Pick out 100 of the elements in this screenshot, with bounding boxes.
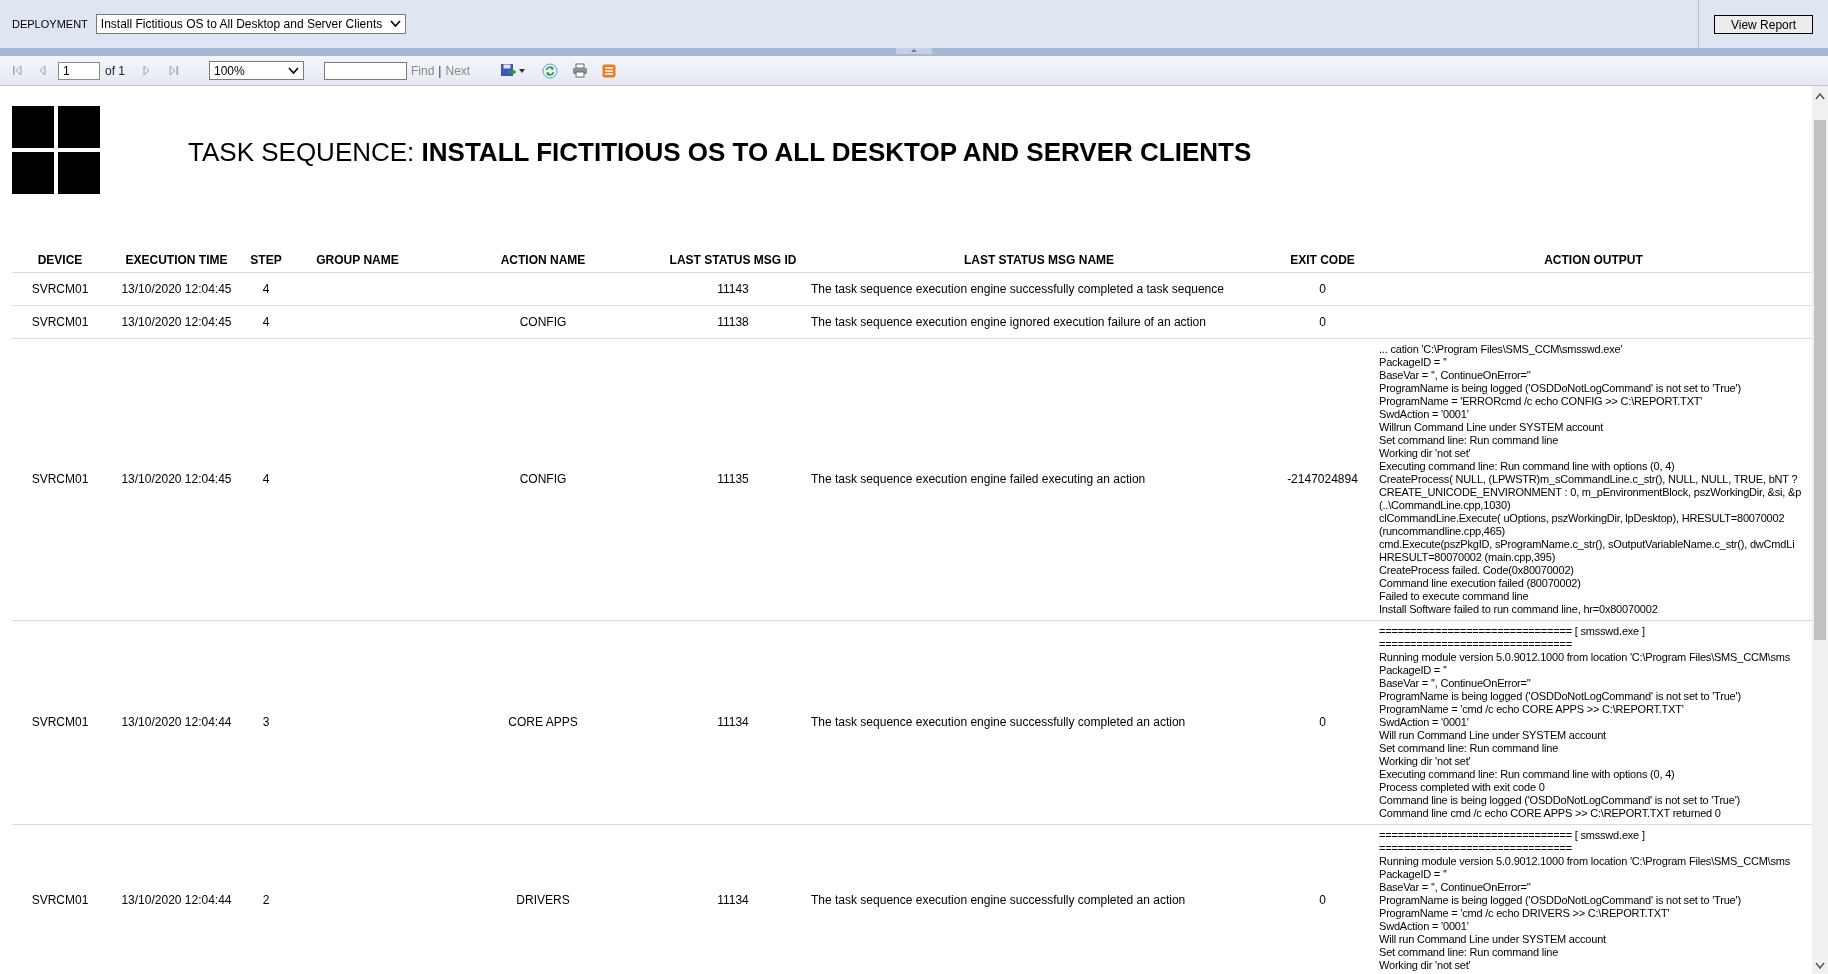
log-line: PackageID = '' xyxy=(1379,867,1447,880)
log-line: =============================== xyxy=(1379,841,1572,854)
log-line: =============================== [ smsswd.exe ] xyxy=(1379,828,1645,841)
column-header: EXECUTION TIME xyxy=(108,248,245,272)
log-line: Running module version 5.0.9012.1000 from location 'C:\Program Files\SMS_CCM\sms xyxy=(1379,854,1790,867)
log-line: CreateProcess( NULL, (LPWSTR)m_sCommandLine.c_str(), NULL, NULL, TRUE, bNT ? xyxy=(1379,472,1798,485)
dropdown-caret-icon[interactable] xyxy=(519,68,526,73)
log-line: Executing command line: Run command line with options (0, 4) xyxy=(1379,767,1675,780)
table-cell: 4 xyxy=(262,314,270,329)
log-line: Willrun Command Line under SYSTEM account xyxy=(1379,420,1604,433)
refresh-icon[interactable] xyxy=(542,62,559,79)
table-cell: The task sequence execution engine successfully completed an action xyxy=(811,893,1186,907)
log-line: (runcommandline.cpp,465) xyxy=(1379,524,1506,537)
table-cell: 0 xyxy=(1319,314,1326,329)
splitter-handle-icon[interactable] xyxy=(896,48,932,54)
log-line: CREATE_UNICODE_ENVIRONMENT : 0, m_pEnvironmentBlock, pszWorkingDir, &si, &p xyxy=(1379,485,1802,498)
table-cell: 11135 xyxy=(717,472,749,486)
page-number-field[interactable]: 1 xyxy=(58,61,100,80)
zoom-dropdown[interactable]: 100% xyxy=(209,61,304,80)
page-count: of 1 xyxy=(105,62,125,80)
table-cell: The task sequence execution engine successfully completed an action xyxy=(811,715,1186,729)
table-cell: 4 xyxy=(262,281,270,296)
table-cell: 11143 xyxy=(717,281,749,296)
log-line: BaseVar = '', ContinueOnError='' xyxy=(1379,676,1531,689)
column-header: LAST STATUS MSG ID xyxy=(658,248,808,272)
link-separator: | xyxy=(438,62,442,80)
table-cell: SVRCM01 xyxy=(31,472,89,486)
scroll-down-icon[interactable] xyxy=(1815,962,1825,970)
view-report-button[interactable]: View Report xyxy=(1713,14,1814,34)
table-cell: DRIVERS xyxy=(516,893,570,907)
scroll-up-icon[interactable] xyxy=(1815,92,1825,100)
table-cell: 0 xyxy=(1319,715,1326,729)
column-header: ACTION NAME xyxy=(428,248,658,272)
table-cell: CONFIG xyxy=(519,472,567,486)
report-title: TASK SEQUENCE: INSTALL FICTITIOUS OS TO ALL DESKTOP AND SERVER CLIENTS xyxy=(188,135,1252,169)
log-line: ProgramName = 'ERRORcmd /c echo CONFIG >> C:\REPORT.TXT' xyxy=(1379,394,1703,407)
log-line: Will run Command Line under SYSTEM account xyxy=(1379,728,1606,741)
log-line: clCommandLine.Execute( uOptions, pszWorkingDir, lpDesktop), HRESULT=80070002 xyxy=(1379,511,1785,524)
table-cell: -2147024894 xyxy=(1287,472,1358,486)
log-line: ... cation 'C:\Program Files\SMS_CCM\smsswd.exe' xyxy=(1379,342,1623,355)
log-line: (..\CommandLine.cpp,1030) xyxy=(1379,498,1511,511)
log-line: Working dir 'not set' xyxy=(1379,446,1471,459)
table-cell: 13/10/2020 12:04:44 xyxy=(121,715,232,729)
column-header: ACTION OUTPUT xyxy=(1375,248,1812,272)
log-line: BaseVar = '', ContinueOnError='' xyxy=(1379,880,1531,893)
log-line: Working dir 'not set' xyxy=(1379,754,1471,767)
save-icon[interactable] xyxy=(500,63,517,78)
log-line: ProgramName = 'cmd /c echo DRIVERS >> C:\REPORT.TXT' xyxy=(1379,906,1670,919)
log-line: CreateProcess failed. Code(0x80070002) xyxy=(1379,563,1574,576)
column-header: STEP xyxy=(245,248,287,272)
table-cell: 11134 xyxy=(717,715,749,729)
table-cell: SVRCM01 xyxy=(31,715,89,729)
column-header: GROUP NAME xyxy=(287,248,428,272)
log-line: HRESULT=80070002 (main.cpp,395) xyxy=(1379,550,1556,563)
log-line: PackageID = '' xyxy=(1379,663,1447,676)
parameter-label: DEPLOYMENT xyxy=(12,16,88,32)
log-line: Working dir 'not set' xyxy=(1379,958,1471,971)
log-line: Set command line: Run command line xyxy=(1379,945,1559,958)
log-line: Running module version 5.0.9012.1000 from location 'C:\Program Files\SMS_CCM\sms xyxy=(1379,650,1790,663)
table-cell: 4 xyxy=(262,472,270,486)
log-line: SwdAction = '0001' xyxy=(1379,715,1469,728)
table-cell: 11138 xyxy=(717,314,749,329)
log-line: Command line execution failed (80070002) xyxy=(1379,576,1581,589)
table-cell: 13/10/2020 12:04:45 xyxy=(121,472,232,486)
table-cell: SVRCM01 xyxy=(31,893,89,907)
scrollbar[interactable] xyxy=(1812,86,1828,974)
table-cell: 13/10/2020 12:04:45 xyxy=(121,314,232,329)
dropdown-caret-icon xyxy=(288,66,299,75)
log-line: ProgramName is being logged ('OSDDoNotLogCommand' is not set to 'True') xyxy=(1379,893,1741,906)
table-cell: 13/10/2020 12:04:44 xyxy=(121,893,232,907)
table-cell: 13/10/2020 12:04:45 xyxy=(121,281,232,296)
log-line: Command line is being logged ('OSDDoNotLogCommand' is not set to 'True') xyxy=(1379,793,1741,806)
table-cell: The task sequence execution engine successfully completed a task sequence xyxy=(811,281,1224,296)
column-header: EXIT CODE xyxy=(1270,248,1375,272)
table-cell: The task sequence execution engine ignored execution failure of an action xyxy=(811,314,1206,329)
column-header: DEVICE xyxy=(12,248,108,272)
data-feed-icon[interactable] xyxy=(602,63,617,78)
table-cell: 3 xyxy=(262,715,270,729)
log-line: =============================== xyxy=(1379,637,1572,650)
log-line: =============================== [ smsswd.exe ] xyxy=(1379,624,1645,637)
table-cell: SVRCM01 xyxy=(31,314,89,329)
log-line: ProgramName is being logged ('OSDDoNotLogCommand' is not set to 'True') xyxy=(1379,689,1741,702)
log-line: SwdAction = '0001' xyxy=(1379,407,1469,420)
log-line: Process completed with exit code 0 xyxy=(1379,780,1545,793)
logo-icon xyxy=(12,106,100,194)
log-line: ProgramName = 'cmd /c echo CORE APPS >> C:\REPORT.TXT' xyxy=(1379,702,1684,715)
log-line: BaseVar = '', ContinueOnError='' xyxy=(1379,368,1531,381)
scroll-thumb[interactable] xyxy=(1814,120,1826,640)
find-field[interactable] xyxy=(324,61,407,80)
deployment-dropdown[interactable]: Install Fictitious OS to All Desktop and Server Clients xyxy=(95,14,407,34)
log-line: Install Software failed to run command line, hr=0x80070002 xyxy=(1379,602,1658,615)
log-line: cmd.Execute(pszPkgID, sProgramName.c_str(), sOutputVariableName.c_str(), dwCmdLi xyxy=(1379,537,1795,550)
log-line: Set command line: Run command line xyxy=(1379,433,1559,446)
log-line: Executing command line: Run command line with options (0, 4) xyxy=(1379,459,1675,472)
log-line: Will run Command Line under SYSTEM account xyxy=(1379,932,1606,945)
log-line: Failed to execute command line xyxy=(1379,589,1529,602)
table-cell: 0 xyxy=(1319,893,1326,907)
table-cell: The task sequence execution engine failed executing an action xyxy=(811,472,1146,486)
print-icon[interactable] xyxy=(572,63,589,78)
log-line: Command line cmd /c echo CORE APPS >> C:\REPORT.TXT returned 0 xyxy=(1379,806,1721,819)
